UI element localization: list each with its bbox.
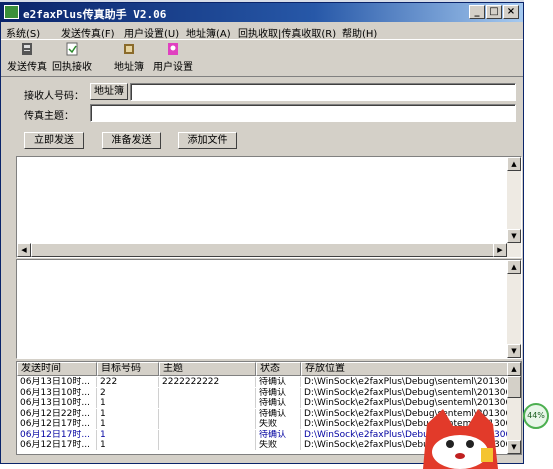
scroll-down-button[interactable]: ▼ xyxy=(507,229,521,243)
subject-label: 传真主题： xyxy=(24,111,74,122)
minimize-button[interactable]: _ xyxy=(469,5,485,19)
toolbar-address-book-label: 地址簿 xyxy=(114,62,144,73)
cell-status: 失败 xyxy=(256,440,301,450)
toolbar: 发送传真 回执接收 地址簿 用户设置 xyxy=(1,39,523,77)
table-header: 发送时间 目标号码 主题 状态 存放位置 xyxy=(17,362,509,376)
window-title: e2faxPlus传真助手 V2.06 xyxy=(23,8,167,21)
app-window: e2faxPlus传真助手 V2.06 _ □ × 系统(S) 发送传真(F) … xyxy=(0,2,524,464)
receipt-icon xyxy=(66,42,78,56)
user-settings-icon xyxy=(168,43,178,55)
table-row[interactable]: 06月13日10时... 2 待确认 D:\WinSock\e2faxPlus\Deb… xyxy=(17,387,509,398)
menu-system[interactable]: 系统(S) xyxy=(6,25,40,40)
recipient-input[interactable] xyxy=(130,83,516,101)
toolbar-user-settings-button[interactable]: 用户设置 xyxy=(151,42,195,76)
send-now-button[interactable]: 立即发送 xyxy=(24,132,84,149)
desktop-area xyxy=(524,0,553,469)
column-send-time[interactable]: 发送时间 xyxy=(17,362,97,376)
cell-target-number: 2 xyxy=(97,387,159,398)
cell-status: 待确认 xyxy=(256,398,301,408)
toolbar-receipt-label: 回执接收 xyxy=(52,62,92,73)
toolbar-receipt-button[interactable]: 回执接收 xyxy=(49,42,95,76)
scroll-up-button[interactable]: ▲ xyxy=(507,260,521,274)
cell-send-time: 06月12日17时... xyxy=(17,429,97,440)
scroll-right-button[interactable]: ▶ xyxy=(493,243,507,257)
content-vscroll[interactable]: ▲ ▼ xyxy=(507,157,521,257)
cell-target-number: 1 xyxy=(97,408,159,419)
send-fax-icon xyxy=(22,43,32,55)
vscroll-thumb[interactable] xyxy=(507,376,521,398)
cell-subject xyxy=(159,398,256,408)
toolbar-send-fax-label: 发送传真 xyxy=(7,62,47,73)
toolbar-send-fax-button[interactable]: 发送传真 xyxy=(7,42,47,76)
cell-target-number: 1 xyxy=(97,429,159,440)
fax-content-pane[interactable]: ▲ ▼ ◀ ▶ xyxy=(16,156,522,258)
cell-send-time: 06月13日10时... xyxy=(17,398,97,408)
attachment-pane[interactable]: ▲ ▼ xyxy=(16,259,522,359)
address-book-icon xyxy=(124,44,134,54)
cell-status: 待确认 xyxy=(256,408,301,419)
menu-send-fax[interactable]: 发送传真(F) xyxy=(61,25,115,40)
scroll-up-button[interactable]: ▲ xyxy=(507,362,521,376)
cell-subject xyxy=(159,440,256,450)
column-subject[interactable]: 主题 xyxy=(159,362,256,376)
table-vscroll[interactable]: ▲ ▼ xyxy=(507,362,521,454)
scroll-up-button[interactable]: ▲ xyxy=(507,157,521,171)
attachment-vscroll[interactable]: ▲ ▼ xyxy=(507,260,521,358)
cell-subject xyxy=(159,419,256,429)
table-row[interactable]: 06月13日10时... 222 2222222222 待确认 D:\WinSock\e… xyxy=(17,377,509,387)
cell-status: 待确认 xyxy=(256,387,301,398)
scroll-down-button[interactable]: ▼ xyxy=(507,344,521,358)
scroll-left-button[interactable]: ◀ xyxy=(17,243,31,257)
cell-location: D:\WinSock\e2faxPlus\Debug\senteml\20130… xyxy=(301,387,509,398)
subject-input[interactable] xyxy=(90,104,516,122)
title-bar[interactable]: e2faxPlus传真助手 V2.06 _ □ × xyxy=(1,3,523,22)
column-status[interactable]: 状态 xyxy=(256,362,301,376)
close-button[interactable]: × xyxy=(503,5,519,19)
cell-subject: 2222222222 xyxy=(159,377,256,387)
cell-send-time: 06月13日10时... xyxy=(17,377,97,387)
cell-status: 失败 xyxy=(256,419,301,429)
cell-subject xyxy=(159,387,256,398)
column-location[interactable]: 存放位置 xyxy=(301,362,509,376)
toolbar-user-settings-label: 用户设置 xyxy=(153,62,193,73)
cell-send-time: 06月12日17时... xyxy=(17,440,97,450)
progress-badge: 44% xyxy=(523,403,549,429)
cell-send-time: 06月12日22时... xyxy=(17,408,97,419)
column-target-number[interactable]: 目标号码 xyxy=(97,362,159,376)
cell-target-number: 1 xyxy=(97,440,159,450)
cell-status: 待确认 xyxy=(256,429,301,440)
cell-subject xyxy=(159,429,256,440)
menu-receipt-receive[interactable]: 回执收取|传真收取(R) xyxy=(238,25,336,40)
cell-send-time: 06月12日17时... xyxy=(17,419,97,429)
scroll-down-button[interactable]: ▼ xyxy=(507,440,521,454)
add-file-button[interactable]: 添加文件 xyxy=(178,132,237,149)
toolbar-address-book-button[interactable]: 地址簿 xyxy=(111,42,147,76)
cell-target-number: 1 xyxy=(97,398,159,408)
menu-help[interactable]: 帮助(H) xyxy=(342,25,377,40)
cell-status: 待确认 xyxy=(256,377,301,387)
cell-target-number: 222 xyxy=(97,377,159,387)
menu-user-settings[interactable]: 用户设置(U) xyxy=(124,25,179,40)
recipient-label: 接收人号码： xyxy=(24,91,84,102)
address-book-button[interactable]: 地址簿 xyxy=(90,83,128,100)
hscroll-thumb[interactable] xyxy=(31,243,495,257)
app-icon xyxy=(4,5,19,19)
content-hscroll[interactable]: ◀ ▶ xyxy=(17,243,507,257)
prepare-send-button[interactable]: 准备发送 xyxy=(102,132,161,149)
cell-location: D:\WinSock\e2faxPlus\Debug\senteml\20130… xyxy=(301,377,509,387)
cell-subject xyxy=(159,408,256,419)
cell-send-time: 06月13日10时... xyxy=(17,387,97,398)
maximize-button[interactable]: □ xyxy=(486,5,502,19)
cell-target-number: 1 xyxy=(97,419,159,429)
menu-bar: 系统(S) 发送传真(F) 用户设置(U) 地址簿(A) 回执收取|传真收取(R… xyxy=(1,23,523,40)
fox-mascot-icon xyxy=(423,409,498,469)
menu-address-book[interactable]: 地址簿(A) xyxy=(186,25,231,40)
